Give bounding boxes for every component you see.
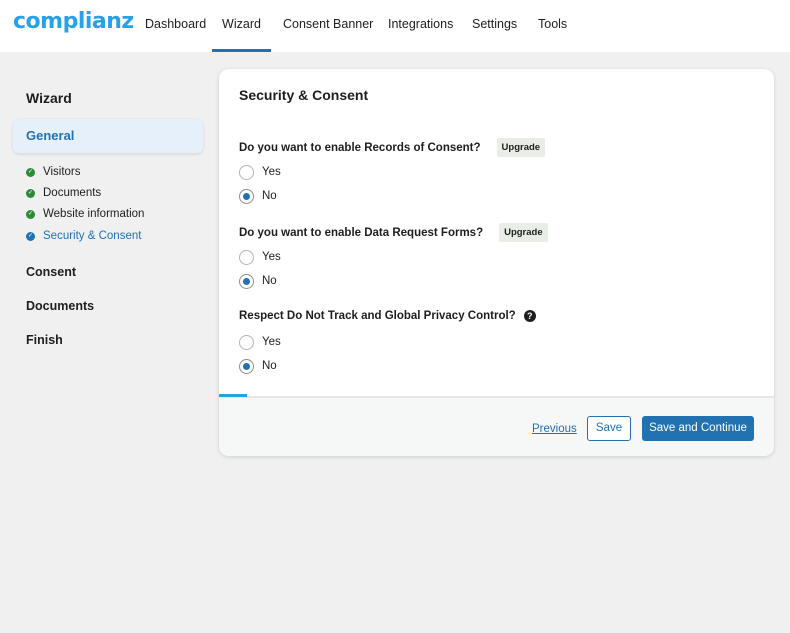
question-label: Do you want to enable Data Request Forms…: [239, 226, 484, 239]
nav-consent-banner[interactable]: Consent Banner: [283, 0, 373, 52]
radio-button[interactable]: [239, 249, 254, 265]
radio-records-yes[interactable]: Yes: [239, 164, 281, 180]
wizard-card: Security & Consent Do you want to enable…: [219, 69, 774, 456]
nav-wizard[interactable]: Wizard: [212, 0, 271, 52]
radio-dnt-no[interactable]: No: [239, 358, 277, 374]
radio-forms-yes[interactable]: Yes: [239, 249, 281, 265]
nav-integrations[interactable]: Integrations: [388, 0, 453, 52]
question-data-request-forms: Do you want to enable Data Request Forms…: [239, 223, 548, 242]
card-footer: Previous Save Save and Continue: [219, 396, 774, 456]
save-button[interactable]: Save: [587, 416, 631, 441]
check-icon: ✓: [26, 209, 35, 219]
sidebar-step-label: Security & Consent: [43, 230, 142, 242]
upgrade-badge[interactable]: Upgrade: [496, 138, 546, 157]
sidebar-step-label: Visitors: [43, 166, 81, 178]
check-icon: ✓: [26, 231, 35, 241]
sidebar-step-security-consent[interactable]: ✓ Security & Consent: [26, 228, 141, 244]
nav-settings[interactable]: Settings: [472, 0, 517, 52]
sidebar-step-label: Website information: [43, 208, 145, 220]
complianz-logo[interactable]: complianz: [13, 9, 134, 34]
save-and-continue-button[interactable]: Save and Continue: [642, 416, 754, 441]
sidebar-step-website-information[interactable]: ✓ Website information: [26, 206, 144, 222]
nav-dashboard[interactable]: Dashboard: [145, 0, 206, 52]
radio-label: Yes: [262, 336, 281, 348]
radio-button-selected[interactable]: [239, 358, 254, 374]
radio-button[interactable]: [239, 164, 254, 180]
radio-label: No: [262, 275, 277, 287]
sidebar-section-general-label: General: [26, 128, 75, 143]
nav-tools[interactable]: Tools: [538, 0, 567, 52]
radio-label: Yes: [262, 166, 281, 178]
previous-link[interactable]: Previous: [532, 423, 577, 435]
sidebar-step-documents[interactable]: ✓ Documents: [26, 185, 101, 201]
radio-label: Yes: [262, 251, 281, 263]
radio-button-selected[interactable]: [239, 188, 254, 204]
sidebar-step-label: Documents: [43, 187, 102, 199]
sidebar-section-finish[interactable]: Finish: [26, 333, 63, 347]
radio-dnt-yes[interactable]: Yes: [239, 334, 281, 350]
top-navigation-bar: complianz Dashboard Wizard Consent Banne…: [0, 0, 790, 52]
sidebar-title: Wizard: [26, 90, 72, 106]
question-do-not-track: Respect Do Not Track and Global Privacy …: [239, 310, 536, 322]
radio-button-selected[interactable]: [239, 273, 254, 289]
radio-forms-no[interactable]: No: [239, 273, 277, 289]
check-icon: ✓: [26, 188, 35, 198]
question-circle-icon[interactable]: ?: [523, 310, 536, 322]
check-icon: ✓: [26, 167, 35, 177]
progress-bar: [219, 394, 247, 397]
sidebar-section-consent[interactable]: Consent: [26, 265, 76, 279]
sidebar-step-visitors[interactable]: ✓ Visitors: [26, 164, 81, 180]
sidebar-section-documents[interactable]: Documents: [26, 299, 94, 313]
radio-label: No: [262, 360, 277, 372]
radio-button[interactable]: [239, 334, 254, 350]
question-label: Respect Do Not Track and Global Privacy …: [239, 310, 516, 322]
card-title: Security & Consent: [239, 87, 369, 103]
question-label: Do you want to enable Records of Consent…: [239, 141, 481, 154]
radio-records-no[interactable]: No: [239, 188, 277, 204]
upgrade-badge[interactable]: Upgrade: [499, 223, 548, 242]
question-records-of-consent: Do you want to enable Records of Consent…: [239, 138, 546, 157]
sidebar-section-general[interactable]: General: [13, 119, 203, 153]
radio-label: No: [262, 190, 277, 202]
